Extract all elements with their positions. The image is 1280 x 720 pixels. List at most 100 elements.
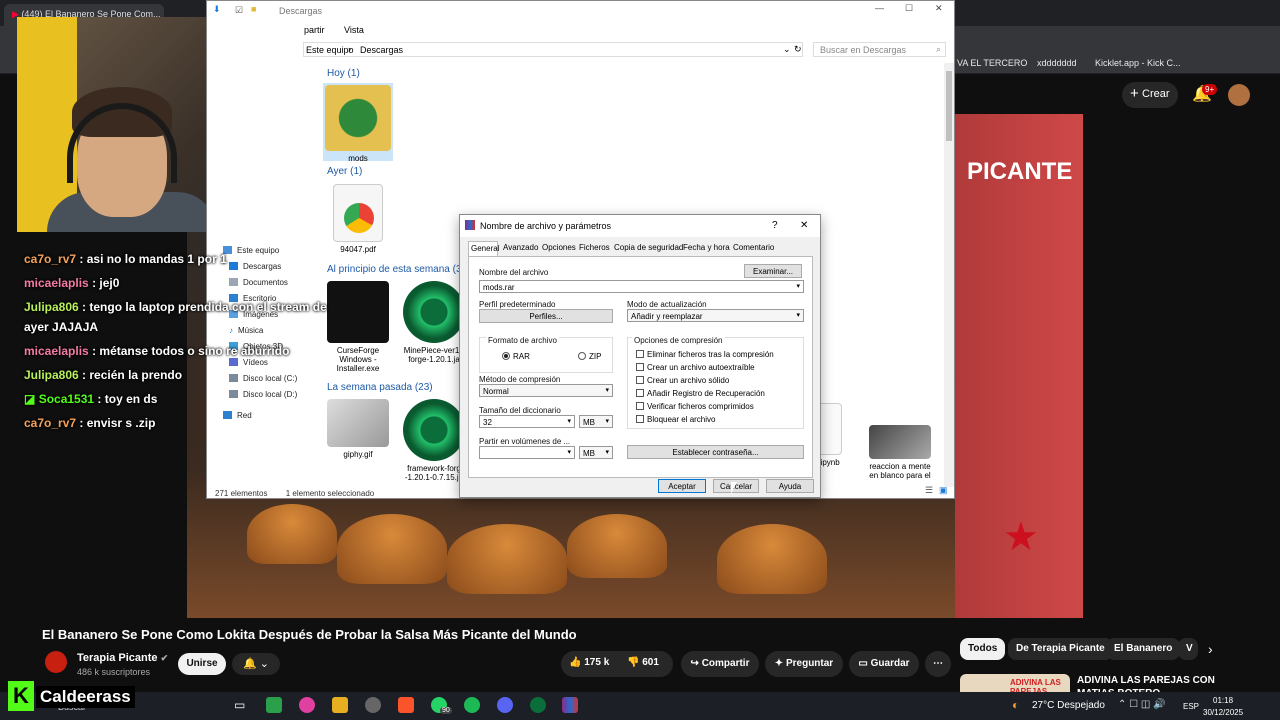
discord-icon[interactable]: [497, 697, 513, 713]
more-actions-button[interactable]: ⋯: [925, 651, 951, 677]
app-icon[interactable]: [299, 697, 315, 713]
nav-downloads[interactable]: Descargas: [229, 262, 281, 271]
file-pdf[interactable]: 94047.pdf: [323, 184, 393, 254]
join-button[interactable]: Unirse: [178, 653, 226, 675]
clock-date[interactable]: 30/12/2025: [1203, 708, 1243, 717]
format-rar-radio[interactable]: RAR: [502, 352, 530, 361]
clock-time[interactable]: 01:18: [1213, 696, 1233, 705]
refresh-icon[interactable]: ↻: [794, 44, 802, 55]
address-bar[interactable]: Este equipo › Descargas ⌄ ↻: [303, 42, 803, 57]
save-button[interactable]: ▭ Guardar: [849, 651, 919, 677]
calculator-icon[interactable]: [266, 697, 282, 713]
tray-icons[interactable]: ⌃ ☐ ◫ 🔊: [1118, 699, 1166, 710]
share-button[interactable]: ↪ Compartir: [681, 651, 759, 677]
split-unit-select[interactable]: MB ▾: [579, 446, 613, 459]
close-icon[interactable]: ✕: [935, 3, 943, 14]
group-today[interactable]: Hoy (1): [327, 68, 360, 79]
notification-toggle[interactable]: 🔔 ⌄: [232, 653, 280, 675]
winrar-icon[interactable]: [562, 697, 578, 713]
profiles-button[interactable]: Perfiles...: [479, 309, 613, 323]
chevron-down-icon[interactable]: ⌄: [783, 44, 791, 55]
breadcrumb-downloads[interactable]: Descargas: [360, 45, 403, 55]
spotify-icon[interactable]: [464, 697, 480, 713]
option-sfx[interactable]: Crear un archivo autoextraíble: [636, 363, 755, 372]
dictionary-unit-select[interactable]: MB ▾: [579, 415, 613, 428]
like-button[interactable]: 👍 175 k: [569, 657, 609, 668]
browse-button[interactable]: Examinar...: [744, 264, 802, 278]
split-volumes-input[interactable]: ▾: [479, 446, 575, 459]
brave-icon[interactable]: [398, 697, 414, 713]
tab-backup[interactable]: Copia de seguridad: [614, 243, 683, 252]
tab-general[interactable]: General: [468, 241, 499, 257]
nav-disk-d[interactable]: Disco local (D:): [229, 390, 297, 399]
dictionary-select[interactable]: 32 ▾: [479, 415, 575, 428]
bookmark-va-el-tercero[interactable]: VA EL TERCERO: [957, 58, 1027, 68]
search-input[interactable]: Buscar en Descargas ⌕: [813, 42, 946, 57]
chip-all[interactable]: Todos: [960, 638, 1006, 660]
ribbon-tab-view[interactable]: Vista: [344, 25, 364, 35]
method-select[interactable]: Normal ▾: [479, 384, 613, 397]
channel-name[interactable]: Terapia Picante ✔: [77, 652, 168, 664]
nav-music[interactable]: ♪ Música: [229, 326, 263, 335]
chip-el-bananero[interactable]: El Bananero: [1106, 638, 1181, 660]
group-yesterday[interactable]: Ayer (1): [327, 166, 362, 177]
help-icon[interactable]: ?: [772, 220, 778, 231]
tiles-view-icon[interactable]: ▣: [939, 485, 948, 496]
option-recovery-record[interactable]: Añadir Registro de Recuperación: [636, 389, 765, 398]
maximize-icon[interactable]: ☐: [905, 3, 913, 14]
explorer-titlebar[interactable]: ⬇ ☑ ■ Descargas — ☐ ✕: [207, 1, 954, 22]
chip-channel[interactable]: De Terapia Picante: [1008, 638, 1113, 660]
file-reaccion[interactable]: reaccion a mente en blanco para el: [865, 425, 935, 480]
ok-button[interactable]: Aceptar: [658, 479, 706, 493]
group-last-week[interactable]: La semana pasada (23): [327, 382, 433, 393]
option-delete-after[interactable]: Eliminar ficheros tras la compresión: [636, 350, 774, 359]
channel-avatar[interactable]: [45, 651, 67, 673]
update-mode-select[interactable]: Añadir y reemplazar ▾: [627, 309, 804, 322]
language-indicator[interactable]: ESP: [1183, 702, 1199, 711]
tab-advanced[interactable]: Avanzado: [503, 243, 538, 252]
task-view-icon[interactable]: ▭: [234, 698, 245, 712]
set-password-button[interactable]: Establecer contraseña...: [627, 445, 804, 459]
file-giphy[interactable]: giphy.gif: [323, 399, 393, 459]
tab-files[interactable]: Ficheros: [579, 243, 610, 252]
option-lock[interactable]: Bloquear el archivo: [636, 415, 715, 424]
nav-documents[interactable]: Documentos: [229, 278, 288, 287]
weather-text[interactable]: 27°C Despejado: [1032, 700, 1105, 711]
curseforge-icon[interactable]: [530, 697, 546, 713]
nav-this-pc[interactable]: Este equipo: [223, 246, 279, 255]
group-this-week[interactable]: Al principio de esta semana (3: [327, 264, 462, 275]
tab-date-time[interactable]: Fecha y hora: [683, 243, 730, 252]
nav-network[interactable]: Red: [223, 411, 252, 420]
chevron-right-icon[interactable]: ›: [1208, 641, 1213, 657]
close-icon[interactable]: ✕: [800, 220, 808, 231]
archive-dialog[interactable]: Nombre de archivo y parámetros ? ✕ Gener…: [459, 214, 821, 498]
minimize-icon[interactable]: —: [875, 3, 884, 13]
bookmark-kicklet[interactable]: Kicklet.app - Kick C...: [1095, 58, 1181, 68]
dislike-button[interactable]: 👎 601: [627, 657, 659, 668]
ribbon-tab-share[interactable]: partir: [304, 25, 325, 35]
option-verify[interactable]: Verificar ficheros comprimidos: [636, 402, 754, 411]
nav-disk-c[interactable]: Disco local (C:): [229, 374, 297, 383]
user-avatar[interactable]: [1228, 84, 1250, 106]
tab-options[interactable]: Opciones: [542, 243, 576, 252]
tab-comment[interactable]: Comentario: [733, 243, 774, 252]
dialog-titlebar[interactable]: Nombre de archivo y parámetros ? ✕: [460, 215, 820, 237]
ask-button[interactable]: ✦ Preguntar: [765, 651, 843, 677]
bookmark-xddddddd[interactable]: xddddddd: [1037, 58, 1077, 68]
archive-name-input[interactable]: mods.rar ▾: [479, 280, 804, 293]
create-button[interactable]: + Crear: [1122, 82, 1178, 108]
nav-videos[interactable]: Vídeos: [229, 358, 268, 367]
app-icon[interactable]: [365, 697, 381, 713]
chevron-down-icon[interactable]: ▾: [796, 282, 800, 290]
details-view-icon[interactable]: ☰: [925, 485, 933, 496]
option-solid[interactable]: Crear un archivo sólido: [636, 376, 729, 385]
file-mods[interactable]: mods: [323, 83, 393, 163]
chip-more[interactable]: V: [1178, 638, 1198, 660]
file-curseforge[interactable]: CurseForge Windows - Installer.exe: [323, 281, 393, 373]
breadcrumb-this-pc[interactable]: Este equipo: [306, 45, 354, 55]
folder-icon[interactable]: [332, 697, 348, 713]
help-button[interactable]: Ayuda: [766, 479, 814, 493]
format-zip-radio[interactable]: ZIP: [578, 352, 601, 361]
properties-icon[interactable]: ☑: [235, 5, 243, 16]
scrollbar-thumb[interactable]: [946, 71, 952, 141]
